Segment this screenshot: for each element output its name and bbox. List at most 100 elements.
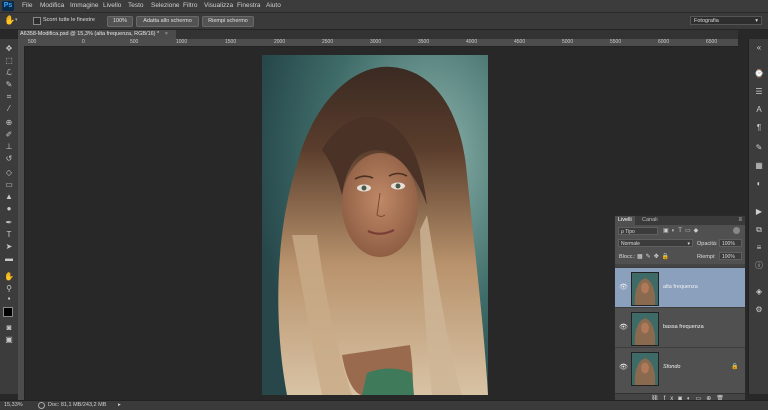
- properties-panel-icon[interactable]: ☰: [753, 87, 765, 97]
- gradient-tool-icon[interactable]: ▭: [3, 180, 15, 190]
- zoom-tool-icon[interactable]: ⚲: [3, 284, 15, 294]
- horizontal-ruler[interactable]: 500 0 500 1000 1500 2000 2500 3000 3500 …: [18, 39, 738, 47]
- tab-livelli[interactable]: Livelli: [615, 216, 635, 225]
- close-icon[interactable]: ×: [165, 31, 168, 37]
- move-tool-icon[interactable]: ✥: [3, 44, 15, 54]
- history-panel-icon[interactable]: ⌚: [753, 69, 765, 79]
- workspace-value: Fotografia: [694, 18, 719, 24]
- ruler-label: 6500: [706, 39, 718, 45]
- screen-mode-icon[interactable]: ▣: [3, 335, 15, 345]
- tool-preset-chevron-icon[interactable]: ▾: [15, 17, 18, 23]
- fit-screen-button[interactable]: Adatta allo schermo: [136, 16, 199, 27]
- workspace-select[interactable]: Fotografia ▾: [690, 16, 762, 25]
- opacity-label: Opacità:: [697, 241, 718, 247]
- ruler-label: 2000: [274, 39, 286, 45]
- status-share-icon[interactable]: [38, 402, 45, 409]
- default-colors-icon[interactable]: ▪: [3, 294, 15, 304]
- eyedropper-tool-icon[interactable]: ⁄: [3, 104, 15, 114]
- blend-mode-select[interactable]: Normale ▾: [618, 239, 693, 247]
- layer-thumbnail: [631, 352, 659, 386]
- menu-filtro[interactable]: Filtro: [183, 2, 197, 9]
- layer-filter-kind[interactable]: ρ Tipo: [618, 227, 658, 235]
- menu-testo[interactable]: Testo: [128, 2, 144, 9]
- document-size-info[interactable]: Doc: 81,1 MB/243,2 MB: [48, 402, 106, 409]
- healing-brush-tool-icon[interactable]: ⊕: [3, 118, 15, 128]
- document-tab[interactable]: A6358-Modifica.psd @ 15,3% (alta frequen…: [18, 30, 176, 39]
- scroll-all-checkbox[interactable]: [33, 17, 41, 25]
- photoshop-logo: Ps: [2, 1, 14, 11]
- hand-tool-icon[interactable]: ✋: [3, 272, 15, 282]
- layer-thumbnail: [631, 272, 659, 306]
- pen-tool-icon[interactable]: ✒: [3, 218, 15, 228]
- filter-icons[interactable]: ▣◐T▭◆: [663, 227, 701, 234]
- menu-visualizza[interactable]: Visualizza: [204, 2, 233, 9]
- crop-tool-icon[interactable]: ⌗: [3, 92, 15, 102]
- quick-mask-icon[interactable]: ◙: [3, 323, 15, 333]
- path-selection-tool-icon[interactable]: ➤: [3, 242, 15, 252]
- ruler-label: 0: [82, 39, 85, 45]
- dodge-tool-icon[interactable]: ●: [3, 204, 15, 214]
- brush-panel-icon[interactable]: ✎: [753, 143, 765, 153]
- hand-tool-icon[interactable]: ✋: [4, 15, 15, 26]
- lasso-tool-icon[interactable]: ℒ: [3, 68, 15, 78]
- opacity-field[interactable]: 100%: [719, 239, 742, 247]
- tab-canali[interactable]: Canali: [639, 216, 661, 225]
- clone-stamp-tool-icon[interactable]: ⊥: [3, 142, 15, 152]
- zoom-level[interactable]: 15,33%: [4, 402, 23, 409]
- layer-name[interactable]: Sfondo: [663, 364, 680, 370]
- eye-icon[interactable]: 👁: [619, 323, 628, 332]
- adjustments-panel-icon[interactable]: ◐: [753, 179, 765, 189]
- fill-screen-button[interactable]: Riempi schermo: [202, 16, 254, 27]
- vertical-ruler[interactable]: [18, 46, 25, 400]
- channels-panel-icon[interactable]: ≡: [753, 243, 765, 253]
- navigator-panel-icon[interactable]: ⧉: [753, 225, 765, 235]
- actions-panel-icon[interactable]: ▶: [753, 207, 765, 217]
- filter-toggle-icon[interactable]: [733, 227, 740, 234]
- lock-icons[interactable]: ▦✎✥🔒: [637, 253, 672, 260]
- zoom-100-button[interactable]: 100%: [107, 16, 133, 27]
- blend-mode-value: Normale: [621, 241, 640, 247]
- quick-selection-tool-icon[interactable]: ✎: [3, 80, 15, 90]
- layers-panel: Livelli Canali ≡ ρ Tipo ▣◐T▭◆ Normale ▾ …: [614, 215, 746, 404]
- ruler-label: 1000: [176, 39, 188, 45]
- ruler-label: 2500: [322, 39, 334, 45]
- swatches-panel-icon[interactable]: ▦: [753, 161, 765, 171]
- layer-row-alta-frequenza[interactable]: 👁 alta frequenza: [615, 267, 745, 307]
- shape-tool-icon[interactable]: ▬: [3, 254, 15, 264]
- eye-icon[interactable]: 👁: [619, 363, 628, 372]
- document-canvas-image[interactable]: [262, 55, 488, 395]
- ruler-label: 3500: [418, 39, 430, 45]
- layer-row-bassa-frequenza[interactable]: 👁 bassa frequenza: [615, 307, 745, 347]
- character-panel-icon[interactable]: A: [753, 105, 765, 115]
- info-panel-icon[interactable]: ⓘ: [753, 261, 765, 271]
- menu-modifica[interactable]: Modifica: [40, 2, 64, 9]
- lock-icon: 🔒: [731, 364, 739, 370]
- fill-label: Riempi:: [697, 254, 716, 260]
- panel-menu-icon[interactable]: ≡: [738, 216, 742, 225]
- menu-immagine[interactable]: Immagine: [70, 2, 99, 9]
- collapse-panels-icon[interactable]: «: [753, 43, 765, 53]
- ruler-label: 500: [130, 39, 139, 45]
- status-menu-arrow-icon[interactable]: ▸: [118, 402, 121, 409]
- layer-name[interactable]: alta frequenza: [663, 284, 698, 290]
- layer-name[interactable]: bassa frequenza: [663, 324, 704, 330]
- blur-tool-icon[interactable]: ▲: [3, 192, 15, 202]
- menu-finestra[interactable]: Finestra: [237, 2, 260, 9]
- eraser-tool-icon[interactable]: ◇: [3, 168, 15, 178]
- history-brush-tool-icon[interactable]: ↺: [3, 154, 15, 164]
- menu-selezione[interactable]: Selezione: [151, 2, 180, 9]
- menu-livello[interactable]: Livello: [103, 2, 121, 9]
- paragraph-panel-icon[interactable]: ¶: [753, 123, 765, 133]
- fill-field[interactable]: 100%: [719, 252, 742, 260]
- layers-panel-icon[interactable]: ◈: [753, 287, 765, 297]
- type-tool-icon[interactable]: T: [3, 230, 15, 240]
- paths-panel-icon[interactable]: ⚙: [753, 305, 765, 315]
- brush-tool-icon[interactable]: ✐: [3, 130, 15, 140]
- marquee-tool-icon[interactable]: ⬚: [3, 56, 15, 66]
- eye-icon[interactable]: 👁: [619, 283, 628, 292]
- menu-file[interactable]: File: [22, 2, 32, 9]
- foreground-color-swatch[interactable]: [3, 307, 13, 317]
- layer-row-sfondo[interactable]: 👁 Sfondo 🔒: [615, 347, 745, 387]
- menu-aiuto[interactable]: Aiuto: [266, 2, 281, 9]
- chevron-down-icon: ▾: [755, 18, 758, 24]
